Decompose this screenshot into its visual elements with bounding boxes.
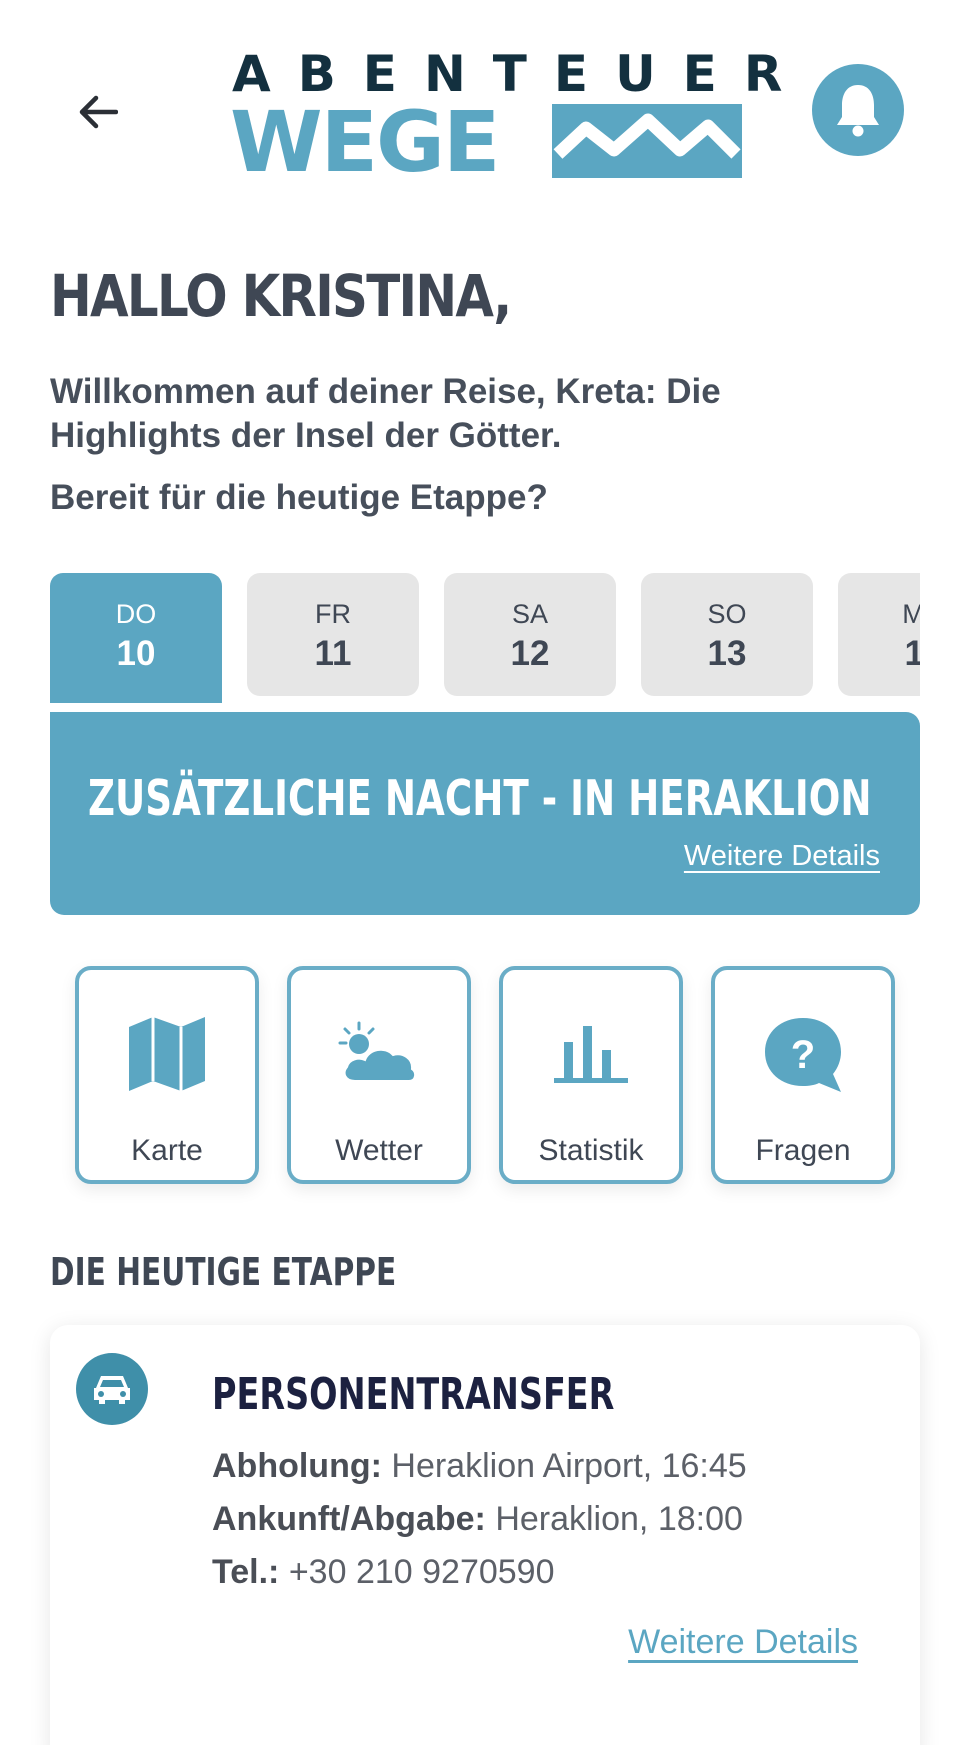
day-tab-saturday[interactable]: SA 12 bbox=[444, 573, 616, 696]
tile-label: Fragen bbox=[755, 1134, 851, 1167]
stage-card: PERSONENTRANSFER Abholung: Heraklion Air… bbox=[50, 1325, 920, 1745]
day-selector: DO 10 FR 11 SA 12 SO 13 MO 14 bbox=[50, 573, 920, 703]
day-tab-sunday[interactable]: SO 13 bbox=[641, 573, 813, 696]
day-number: 12 bbox=[510, 634, 550, 673]
greeting-title: HALLO KRISTINA, bbox=[50, 262, 512, 330]
pickup-value: Heraklion Airport, 16:45 bbox=[391, 1447, 747, 1485]
mountain-logo-icon bbox=[552, 104, 742, 178]
tile-weather[interactable]: Wetter bbox=[287, 966, 471, 1184]
banner-details-link[interactable]: Weitere Details bbox=[684, 840, 880, 873]
tile-map[interactable]: Karte bbox=[75, 966, 259, 1184]
tile-label: Statistik bbox=[538, 1134, 644, 1167]
arrival-value: Heraklion, 18:00 bbox=[495, 1500, 743, 1538]
arrow-left-icon bbox=[79, 95, 118, 129]
day-number: 11 bbox=[314, 634, 352, 673]
day-number: 10 bbox=[116, 634, 156, 673]
ready-question: Bereit für die heutige Etappe? bbox=[50, 478, 548, 517]
car-icon bbox=[94, 1376, 130, 1404]
day-tab-monday[interactable]: MO 14 bbox=[838, 573, 920, 696]
section-title: DIE HEUTIGE ETAPPE bbox=[50, 1250, 397, 1294]
day-tab-thursday[interactable]: DO 10 bbox=[50, 573, 222, 703]
question-bubble-icon: ? bbox=[765, 1018, 841, 1092]
weather-icon bbox=[338, 1021, 417, 1082]
bar-chart-icon bbox=[554, 1026, 628, 1083]
day-name: FR bbox=[315, 599, 351, 629]
tile-label: Karte bbox=[131, 1134, 203, 1167]
stage-title: PERSONENTRANSFER bbox=[212, 1369, 615, 1420]
day-name: SO bbox=[707, 599, 747, 629]
back-button[interactable] bbox=[70, 84, 126, 140]
day-banner: ZUSÄTZLICHE NACHT - IN HERAKLION Weitere… bbox=[50, 712, 920, 915]
svg-text:?: ? bbox=[791, 1033, 815, 1077]
tile-statistics[interactable]: Statistik bbox=[499, 966, 683, 1184]
day-number: 14 bbox=[904, 634, 920, 673]
pickup-row: Abholung: Heraklion Airport, 16:45 bbox=[212, 1447, 747, 1486]
day-name: SA bbox=[511, 599, 549, 629]
logo-text-bottom: WEGE bbox=[230, 93, 500, 191]
notifications-button[interactable] bbox=[812, 64, 904, 156]
map-icon bbox=[129, 1017, 205, 1091]
bell-icon bbox=[837, 85, 879, 137]
day-tab-friday[interactable]: FR 11 bbox=[247, 573, 419, 696]
phone-row: Tel.: +30 210 9270590 bbox=[212, 1553, 555, 1592]
day-name: DO bbox=[115, 599, 157, 629]
tile-label: Wetter bbox=[335, 1134, 423, 1167]
banner-title: ZUSÄTZLICHE NACHT - IN HERAKLION bbox=[88, 770, 872, 827]
arrival-row: Ankunft/Abgabe: Heraklion, 18:00 bbox=[212, 1500, 743, 1539]
welcome-text: Willkommen auf deiner Reise, Kreta: Die … bbox=[50, 372, 721, 455]
stage-details-link[interactable]: Weitere Details bbox=[628, 1623, 858, 1662]
day-number: 13 bbox=[707, 634, 747, 673]
day-name: MO bbox=[902, 599, 920, 629]
arrival-label: Ankunft/Abgabe: bbox=[212, 1500, 486, 1538]
phone-value[interactable]: +30 210 9270590 bbox=[289, 1553, 555, 1591]
pickup-label: Abholung: bbox=[212, 1447, 382, 1485]
tile-questions[interactable]: ? Fragen bbox=[711, 966, 895, 1184]
phone-label: Tel.: bbox=[212, 1553, 280, 1591]
quick-actions: Karte Wetter Statistik ? Fragen bbox=[75, 966, 895, 1186]
brand-logo: ABENTEUER WEGE bbox=[230, 44, 782, 191]
